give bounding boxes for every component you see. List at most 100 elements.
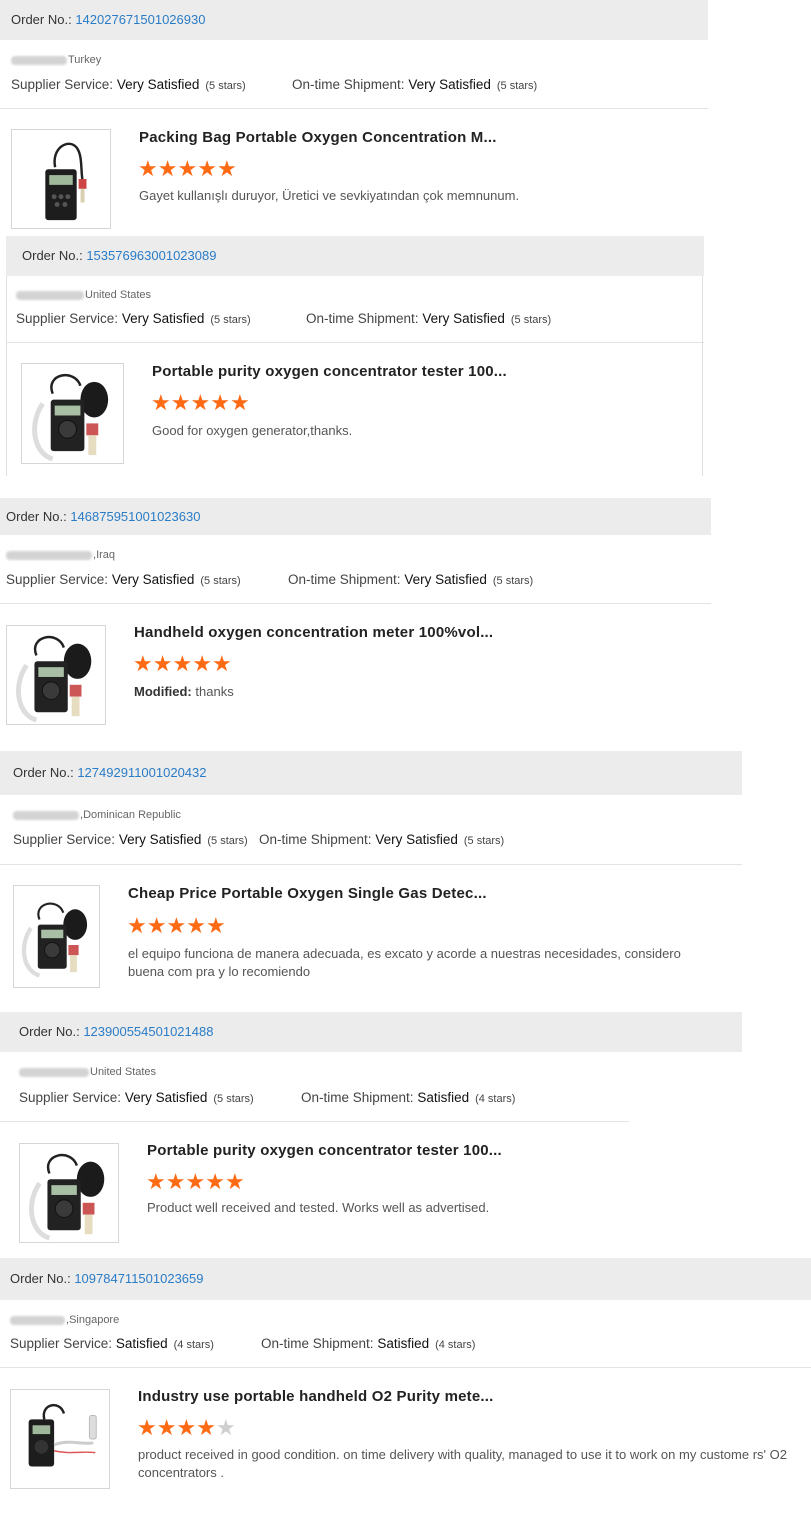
buyer-country: United States xyxy=(85,289,152,301)
shipment-stars: (5 stars) xyxy=(510,314,552,326)
star-icon: ★ xyxy=(211,651,232,676)
buyer-location: Turkey xyxy=(11,54,101,66)
product-thumbnail[interactable] xyxy=(19,1143,119,1243)
supplier-service-value: Very Satisfied xyxy=(111,572,195,587)
buyer-name-redacted xyxy=(19,1067,89,1077)
star-icon: ★ xyxy=(133,651,153,676)
supplier-service-label: Supplier Service: xyxy=(19,1090,122,1105)
order-bar: Order No.: 127492911001020432 xyxy=(0,751,742,795)
product-title-link[interactable]: Handheld oxygen concentration meter 100%… xyxy=(134,624,493,641)
oxygen-meter-icon xyxy=(20,1144,118,1242)
shipment-value: Satisfied xyxy=(377,1336,430,1351)
supplier-service-label: Supplier Service: xyxy=(13,832,116,847)
rating-stars: ★★★★★ xyxy=(146,1171,245,1193)
review-comment: el equipo funciona de manera adecuada, e… xyxy=(128,945,703,981)
star-icon: ★ xyxy=(165,1169,186,1194)
divider xyxy=(0,1367,811,1368)
supplier-service-label: Supplier Service: xyxy=(6,572,109,587)
comment-text: Good for oxygen generator,thanks. xyxy=(152,423,353,438)
product-thumbnail[interactable] xyxy=(11,129,111,229)
buyer-name-redacted xyxy=(16,290,84,300)
divider xyxy=(0,1121,629,1122)
star-icon: ★ xyxy=(224,1169,245,1194)
shipment-ratings: On-time Shipment: Satisfied (4 stars) xyxy=(261,1336,475,1351)
star-icon: ★ xyxy=(205,1169,225,1194)
buyer-country: Singapore xyxy=(69,1314,120,1326)
card-border-left xyxy=(6,276,7,476)
shipment-value: Very Satisfied xyxy=(408,77,491,92)
product-title-link[interactable]: Industry use portable handheld O2 Purity… xyxy=(138,1388,494,1405)
order-label: Order No.: xyxy=(13,765,74,780)
order-bar: Order No.: 123900554501021488 xyxy=(0,1012,742,1052)
supplier-service-label: Supplier Service: xyxy=(16,311,119,326)
comment-text: Gayet kullanışlı duruyor, Üretici ve sev… xyxy=(139,188,520,203)
shipment-label: On-time Shipment: xyxy=(261,1336,374,1351)
buyer-location: ,Singapore xyxy=(10,1314,119,1326)
star-icon: ★ xyxy=(210,390,230,415)
buyer-location: United States xyxy=(16,289,151,301)
shipment-label: On-time Shipment: xyxy=(259,832,372,847)
star-icon: ★ xyxy=(215,1415,236,1440)
buyer-location: ,Iraq xyxy=(6,549,115,561)
order-bar: Order No.: 142027671501026930 xyxy=(0,0,708,40)
buyer-country: United States xyxy=(90,1066,157,1078)
comment-modified-label: Modified: xyxy=(134,684,192,699)
rating-stars: ★★★★★ xyxy=(127,915,226,937)
supplier-service-stars: (5 stars) xyxy=(213,1093,254,1105)
divider xyxy=(0,108,708,109)
rating-stars: ★★★★★ xyxy=(151,392,250,414)
service-ratings: Supplier Service: Very Satisfied (5 stars… xyxy=(6,572,241,587)
order-number-link[interactable]: 109784711501023659 xyxy=(74,1271,203,1286)
star-icon: ★ xyxy=(166,913,187,938)
order-number-link[interactable]: 127492911001020432 xyxy=(77,765,206,780)
comment-text: product received in good condition. on t… xyxy=(138,1447,787,1480)
order-number-link[interactable]: 146875951001023630 xyxy=(70,509,200,524)
buyer-location: United States xyxy=(19,1066,156,1078)
shipment-ratings: On-time Shipment: Satisfied (4 stars) xyxy=(301,1090,515,1105)
supplier-service-stars: (5 stars) xyxy=(210,314,251,326)
supplier-service-label: Supplier Service: xyxy=(11,77,114,92)
supplier-service-value: Very Satisfied xyxy=(118,832,202,847)
star-icon: ★ xyxy=(177,156,198,181)
order-number-link[interactable]: 142027671501026930 xyxy=(75,12,205,27)
shipment-label: On-time Shipment: xyxy=(292,77,405,92)
product-title-link[interactable]: Portable purity oxygen concentrator test… xyxy=(152,363,507,380)
product-title-link[interactable]: Portable purity oxygen concentrator test… xyxy=(147,1142,502,1159)
shipment-stars: (4 stars) xyxy=(475,1093,516,1105)
shipment-ratings: On-time Shipment: Very Satisfied (5 stars… xyxy=(288,572,533,587)
product-thumbnail[interactable] xyxy=(13,885,100,988)
order-label: Order No.: xyxy=(11,12,72,27)
shipment-label: On-time Shipment: xyxy=(301,1090,414,1105)
supplier-service-value: Satisfied xyxy=(115,1336,168,1351)
order-number-link[interactable]: 123900554501021488 xyxy=(83,1024,213,1039)
star-icon: ★ xyxy=(152,651,173,676)
product-title-link[interactable]: Cheap Price Portable Oxygen Single Gas D… xyxy=(128,885,487,902)
card-border-right xyxy=(702,276,703,476)
star-icon: ★ xyxy=(216,156,237,181)
oxygen-meter-icon xyxy=(7,626,105,724)
rating-stars: ★★★★★ xyxy=(137,1417,236,1439)
shipment-stars: (5 stars) xyxy=(496,80,538,92)
oxygen-meter-icon xyxy=(22,364,123,463)
product-thumbnail[interactable] xyxy=(10,1389,110,1489)
service-ratings: Supplier Service: Very Satisfied (5 stars… xyxy=(16,311,251,326)
order-number-link[interactable]: 153576963001023089 xyxy=(86,248,216,263)
star-icon: ★ xyxy=(205,913,226,938)
oxygen-meter-icon xyxy=(12,130,110,228)
order-bar: Order No.: 109784711501023659 xyxy=(0,1258,811,1300)
buyer-country: Iraq xyxy=(96,549,116,561)
star-icon: ★ xyxy=(146,913,167,938)
shipment-stars: (5 stars) xyxy=(463,835,505,847)
buyer-country: Dominican Republic xyxy=(83,809,181,821)
rating-stars: ★★★★★ xyxy=(138,158,237,180)
product-title-link[interactable]: Packing Bag Portable Oxygen Concentratio… xyxy=(139,129,497,146)
buyer-name-redacted xyxy=(11,55,67,65)
supplier-service-stars: (5 stars) xyxy=(207,835,248,847)
shipment-ratings: On-time Shipment: Very Satisfied (5 stars… xyxy=(306,311,551,326)
shipment-value: Satisfied xyxy=(417,1090,470,1105)
supplier-service-value: Very Satisfied xyxy=(116,77,200,92)
product-thumbnail[interactable] xyxy=(21,363,124,464)
product-thumbnail[interactable] xyxy=(6,625,106,725)
star-icon: ★ xyxy=(186,913,206,938)
review-comment: Good for oxygen generator,thanks. xyxy=(152,422,712,440)
